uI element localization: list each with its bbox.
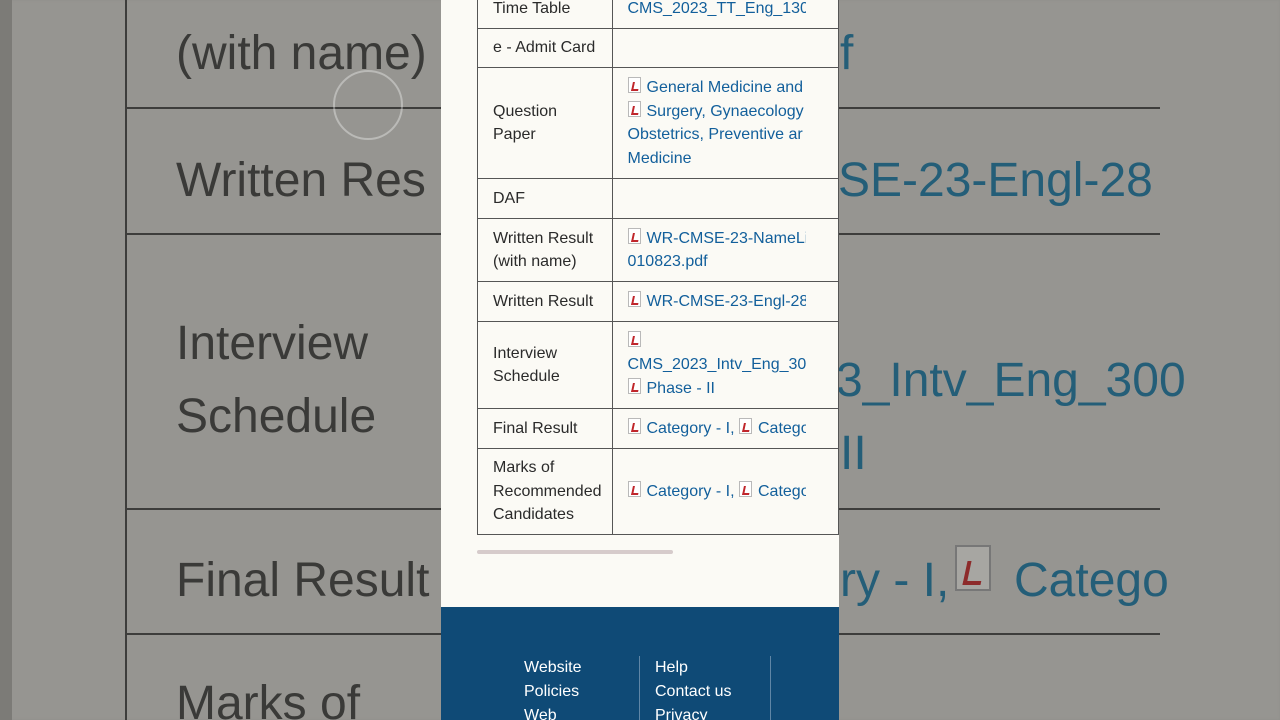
written-result-link[interactable]: WR-CMSE-23-Engl-28: [647, 293, 806, 310]
row-label: Time Table: [477, 0, 613, 29]
pdf-file-icon: [739, 480, 752, 497]
question-paper-link[interactable]: Surgery, Gynaecology: [647, 103, 804, 120]
footer-divider: [770, 656, 771, 720]
table-row: Final Result Category - I, Catego: [477, 408, 839, 449]
background-link: II: [840, 427, 867, 480]
pdf-file-icon: [955, 545, 991, 591]
row-label: Marks of Recommended Candidates: [477, 448, 613, 535]
background-link: 3_Intv_Eng_300: [836, 354, 1186, 407]
time-table-link[interactable]: CMS_2023_TT_Eng_130: [628, 0, 806, 17]
final-result-link[interactable]: Category - I: [647, 420, 731, 437]
exam-documents-table: Time Table CMS_2023_TT_Eng_130 e - Admit…: [477, 0, 839, 535]
footer-link-privacy[interactable]: Privacy: [655, 704, 731, 720]
marks-link[interactable]: Catego: [758, 483, 806, 500]
pdf-file-icon: [627, 330, 641, 347]
interview-schedule-link[interactable]: Phase - II: [647, 380, 715, 397]
link-separator: ,: [730, 419, 735, 437]
footer-link-help[interactable]: Help: [655, 656, 731, 680]
pdf-file-icon: [627, 480, 641, 497]
background-label: (with name): [176, 27, 427, 80]
row-label: Interview Schedule: [477, 321, 613, 409]
row-label: e - Admit Card: [477, 28, 613, 68]
admit-card-cell: [611, 28, 839, 68]
footer-link-contact-us[interactable]: Contact us: [655, 680, 731, 704]
background-label: Marks of: [176, 677, 361, 720]
footer-link-website-policies[interactable]: Website: [524, 656, 582, 680]
question-paper-link[interactable]: General Medicine and: [647, 79, 804, 96]
footer-column-1: Website Policies Web: [524, 656, 582, 720]
pdf-file-icon: [627, 227, 641, 244]
table-row: Time Table CMS_2023_TT_Eng_130: [477, 0, 839, 29]
background-link: f: [840, 27, 854, 80]
background-link: SE-23-Engl-28: [838, 154, 1153, 207]
table-row: e - Admit Card: [477, 28, 839, 68]
footer-divider: [639, 656, 640, 720]
pdf-file-icon: [627, 417, 641, 434]
question-paper-link[interactable]: Medicine: [628, 150, 692, 167]
pdf-file-icon: [627, 100, 641, 117]
background-link: Catego: [1014, 554, 1169, 607]
table-row: DAF: [477, 178, 839, 219]
written-result-name-link[interactable]: 010823.pdf: [628, 253, 708, 270]
row-label: Written Result (with name): [477, 218, 613, 282]
site-footer: Website Policies Web Help Contact us Pri…: [441, 607, 839, 720]
background-label: Final Result: [176, 554, 430, 607]
footer-column-2: Help Contact us Privacy: [655, 656, 731, 720]
pdf-file-icon: [627, 77, 641, 93]
table-row: Marks of Recommended Candidates Category…: [477, 448, 839, 535]
table-row: Question Paper General Medicine and Surg…: [477, 67, 839, 179]
background-label: Schedule: [176, 390, 377, 443]
footer-link-website-policies[interactable]: Policies: [524, 680, 582, 704]
background-label: Written Res: [176, 154, 426, 207]
background-label: Interview: [176, 317, 369, 370]
daf-cell: [611, 178, 839, 219]
mobile-page: Time Table CMS_2023_TT_Eng_130 e - Admit…: [441, 0, 839, 720]
pdf-file-icon: [627, 377, 641, 394]
background-link: ry - I,: [840, 554, 950, 607]
row-label: Written Result: [477, 281, 613, 322]
screen: (with name) f Written Res SE-23-Engl-28 …: [0, 0, 1280, 720]
footer-link-web[interactable]: Web: [524, 704, 582, 720]
pdf-file-icon: [627, 290, 641, 307]
row-label: DAF: [477, 178, 613, 219]
link-separator: ,: [730, 482, 735, 500]
final-result-link[interactable]: Catego: [758, 420, 806, 437]
table-row: Interview Schedule CMS_2023_Intv_Eng_300…: [477, 321, 839, 409]
horizontal-scrollbar[interactable]: [477, 550, 673, 554]
interview-schedule-link[interactable]: CMS_2023_Intv_Eng_300: [628, 356, 806, 373]
written-result-name-link[interactable]: WR-CMSE-23-NameLi: [647, 230, 806, 247]
table-row: Written Result (with name) WR-CMSE-23-Na…: [477, 218, 839, 282]
marks-link[interactable]: Category - I: [647, 483, 731, 500]
pdf-file-icon: [739, 417, 752, 434]
row-label: Question Paper: [477, 67, 613, 179]
background-left-edge: [0, 0, 12, 720]
question-paper-link[interactable]: Obstetrics, Preventive ar: [628, 126, 803, 143]
table-row: Written Result WR-CMSE-23-Engl-28: [477, 281, 839, 322]
row-label: Final Result: [477, 408, 613, 449]
